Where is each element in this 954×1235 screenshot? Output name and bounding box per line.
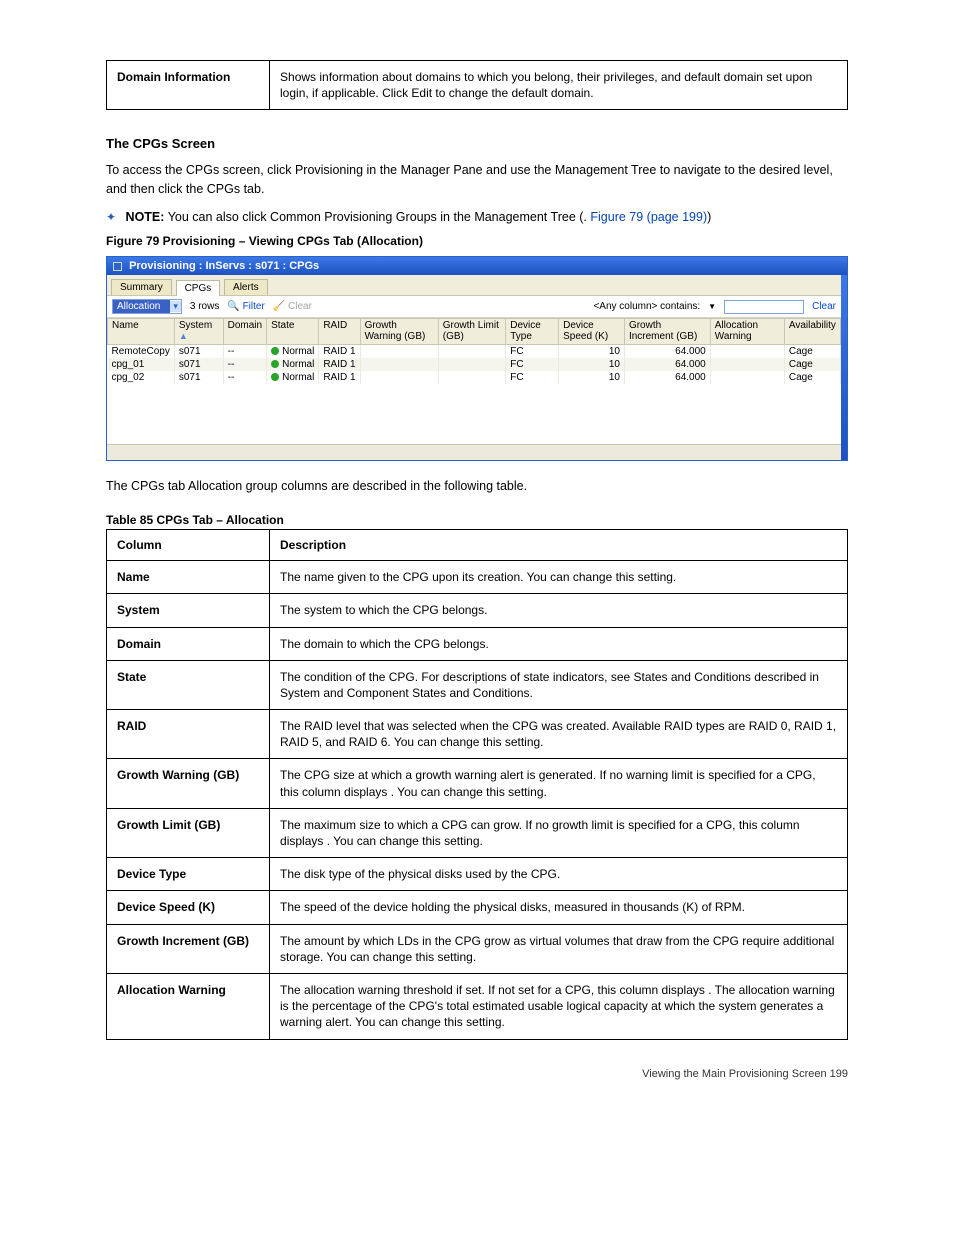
table-row[interactable]: cpg_01s071--NormalRAID 1FC1064.000Cage xyxy=(108,358,841,371)
domain-info-table: Domain Information Shows information abo… xyxy=(106,60,848,110)
column-desc: The speed of the device holding the phys… xyxy=(270,891,848,924)
table-caption: Table 85 CPGs Tab – Allocation xyxy=(106,513,848,527)
col-state[interactable]: State xyxy=(267,319,319,345)
window-status-bar xyxy=(107,444,841,460)
window-title: Provisioning : InServs : s071 : CPGs xyxy=(129,260,319,272)
column-desc: The disk type of the physical disks used… xyxy=(270,858,848,891)
column-desc: The allocation warning threshold if set.… xyxy=(270,973,848,1039)
domain-info-label: Domain Information xyxy=(107,61,270,110)
tab-summary[interactable]: Summary xyxy=(111,279,172,295)
column-name: Device Type xyxy=(107,858,270,891)
column-desc: The system to which the CPG belongs. xyxy=(270,594,848,627)
column-desc: The name given to the CPG upon its creat… xyxy=(270,561,848,594)
note-text: You can also click Common Provisioning G… xyxy=(168,210,587,224)
window-icon xyxy=(113,262,122,271)
column-name: State xyxy=(107,660,270,709)
allocation-columns-table: ColumnDescriptionNameThe name given to t… xyxy=(106,529,848,1039)
toolbar: Allocation ▾ 3 rows 🔍 Filter 🧹 Clear <An… xyxy=(107,296,841,318)
column-name: Name xyxy=(107,561,270,594)
col-raid[interactable]: RAID xyxy=(319,319,360,345)
note-icon xyxy=(106,210,122,224)
column-desc: The amount by which LDs in the CPG grow … xyxy=(270,924,848,973)
row-count: 3 rows xyxy=(190,301,219,312)
provisioning-window: Provisioning : InServs : s071 : CPGs Sum… xyxy=(106,256,848,461)
search-input[interactable] xyxy=(724,300,804,314)
table-row[interactable]: RemoteCopys071--NormalRAID 1FC1064.000Ca… xyxy=(108,345,841,359)
col-gi[interactable]: Growth Increment (GB) xyxy=(624,319,710,345)
window-titlebar: Provisioning : InServs : s071 : CPGs xyxy=(107,257,847,275)
tab-cpgs[interactable]: CPGs xyxy=(176,280,221,296)
cpgs-grid: Name System ▲ Domain State RAID Growth W… xyxy=(107,318,841,384)
allocation-dropdown[interactable]: Allocation ▾ xyxy=(112,299,182,314)
figure-caption: Figure 79 Provisioning – Viewing CPGs Ta… xyxy=(106,234,848,248)
column-name: Allocation Warning xyxy=(107,973,270,1039)
col-name[interactable]: Name xyxy=(108,319,175,345)
table-row[interactable]: cpg_02s071--NormalRAID 1FC1064.000Cage xyxy=(108,371,841,384)
column-name: RAID xyxy=(107,710,270,759)
column-desc: The CPG size at which a growth warning a… xyxy=(270,759,848,808)
note-label: NOTE: xyxy=(126,210,165,224)
domain-info-text: Shows information about domains to which… xyxy=(270,61,848,110)
filter-button[interactable]: 🔍 Filter xyxy=(227,301,264,312)
column-name: Growth Warning (GB) xyxy=(107,759,270,808)
below-paragraph: The CPGs tab Allocation group columns ar… xyxy=(106,477,848,495)
column-name: Growth Increment (GB) xyxy=(107,924,270,973)
col-gw[interactable]: Growth Warning (GB) xyxy=(360,319,438,345)
col-gl[interactable]: Growth Limit (GB) xyxy=(438,319,505,345)
col-ds[interactable]: Device Speed (K) xyxy=(559,319,625,345)
intro-paragraph: To access the CPGs screen, click Provisi… xyxy=(106,161,848,197)
column-desc: The condition of the CPG. For descriptio… xyxy=(270,660,848,709)
column-name: Domain xyxy=(107,627,270,660)
column-name: Device Speed (K) xyxy=(107,891,270,924)
status-dot-icon xyxy=(271,373,279,381)
tab-alerts[interactable]: Alerts xyxy=(224,279,268,295)
section-heading: The CPGs Screen xyxy=(106,136,848,151)
column-desc: The maximum size to which a CPG can grow… xyxy=(270,808,848,857)
sort-asc-icon: ▲ xyxy=(179,331,188,341)
col-av[interactable]: Availability xyxy=(784,319,840,345)
clear-button[interactable]: Clear xyxy=(812,301,836,312)
note-paragraph: NOTE: You can also click Common Provisio… xyxy=(106,208,848,226)
column-desc: The RAID level that was selected when th… xyxy=(270,710,848,759)
clear-filter-button[interactable]: 🧹 Clear xyxy=(273,301,312,312)
page-footer-right: Viewing the Main Provisioning Screen 199 xyxy=(106,1068,848,1080)
chevron-down-icon: ▾ xyxy=(170,301,181,312)
column-name: System xyxy=(107,594,270,627)
col-aw[interactable]: Allocation Warning xyxy=(710,319,784,345)
tab-strip: Summary CPGs Alerts xyxy=(107,275,841,296)
status-dot-icon xyxy=(271,360,279,368)
status-dot-icon xyxy=(271,347,279,355)
search-dropdown-icon[interactable]: ▼ xyxy=(708,302,716,311)
figure-link[interactable]: Figure 79 (page 199) xyxy=(590,210,707,224)
search-label: <Any column> contains: xyxy=(593,301,700,312)
col-domain[interactable]: Domain xyxy=(223,319,266,345)
column-desc: The domain to which the CPG belongs. xyxy=(270,627,848,660)
col-system[interactable]: System ▲ xyxy=(174,319,223,345)
col-dt[interactable]: Device Type xyxy=(506,319,559,345)
column-name: Growth Limit (GB) xyxy=(107,808,270,857)
